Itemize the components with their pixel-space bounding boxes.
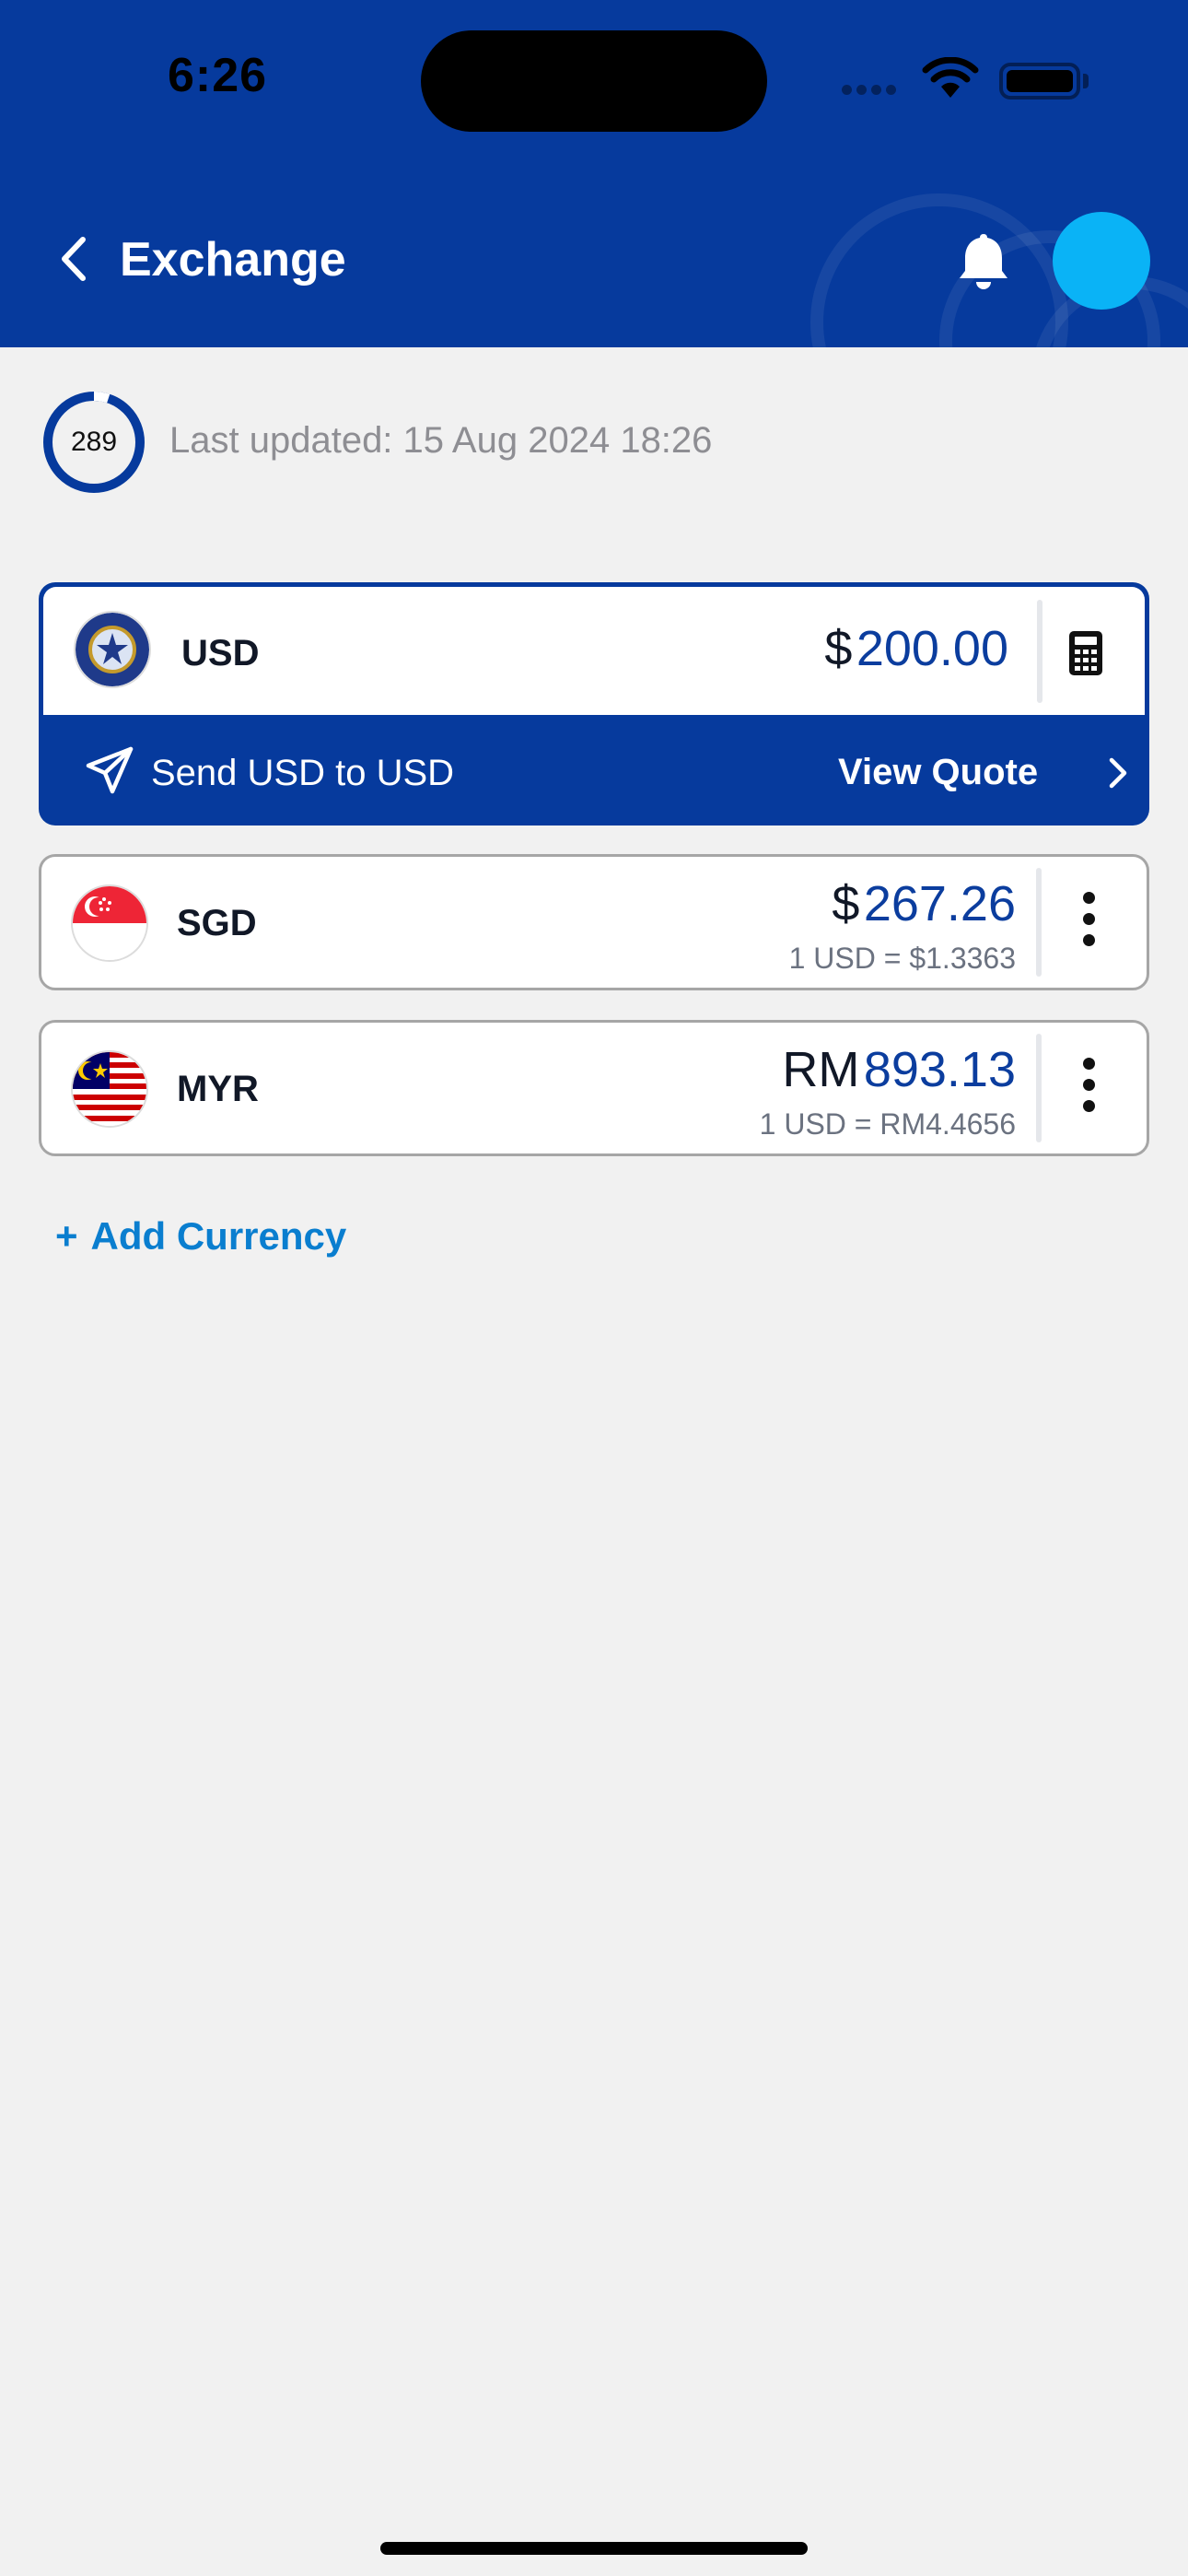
view-quote-button[interactable]: View Quote <box>838 752 1038 793</box>
refresh-countdown: 289 <box>70 427 118 457</box>
currency-amount-value: 893.13 <box>863 1042 1016 1097</box>
base-currency-symbol: $ <box>824 621 853 676</box>
exchange-rate: 1 USD = $1.3363 <box>788 942 1016 975</box>
divider <box>1036 868 1042 977</box>
more-vertical-icon[interactable] <box>1075 892 1102 956</box>
currency-amount: $ 267.26 <box>832 875 1016 932</box>
currency-card-sgd[interactable]: SGD $ 267.26 1 USD = $1.3363 <box>39 854 1149 990</box>
calculator-icon[interactable] <box>1069 631 1102 675</box>
send-money-link[interactable]: Send USD to USD <box>151 753 454 794</box>
exchange-rate: 1 USD = RM4.4656 <box>759 1107 1016 1141</box>
divider <box>1036 1034 1042 1142</box>
sgd-flag-icon <box>71 884 148 962</box>
currency-amount-value: 267.26 <box>863 876 1016 931</box>
usd-flag-icon <box>74 611 151 688</box>
bell-icon[interactable] <box>950 228 1017 295</box>
myr-flag-icon <box>71 1050 148 1128</box>
empty-content-area <box>0 1301 1188 2576</box>
base-currency-row[interactable]: USD $ 200.00 <box>43 587 1145 715</box>
dynamic-island <box>421 30 767 132</box>
chevron-right-icon <box>1109 757 1127 789</box>
divider <box>1037 600 1042 703</box>
plus-icon: + <box>55 1214 78 1258</box>
base-amount-value: 200.00 <box>856 621 1008 676</box>
currency-card-myr[interactable]: MYR RM 893.13 1 USD = RM4.4656 <box>39 1020 1149 1156</box>
wifi-icon <box>922 57 979 98</box>
app-header: 6:26 Exchange <box>0 0 1188 347</box>
last-updated-text: Last updated: 15 Aug 2024 18:26 <box>169 420 713 461</box>
page-title: Exchange <box>120 233 346 287</box>
home-indicator[interactable] <box>380 2542 808 2555</box>
chevron-left-icon[interactable] <box>55 234 92 284</box>
base-currency-code: USD <box>181 633 260 673</box>
more-vertical-icon[interactable] <box>1075 1058 1102 1122</box>
base-currency-card: USD $ 200.00 Send USD to USD View Quote <box>39 582 1149 825</box>
battery-tip <box>1083 74 1089 88</box>
status-time: 6:26 <box>168 49 268 102</box>
currency-code: MYR <box>177 1069 259 1109</box>
add-currency-label: Add Currency <box>90 1214 347 1258</box>
battery-icon <box>999 63 1080 100</box>
send-icon <box>86 746 134 794</box>
add-currency-button[interactable]: + Add Currency <box>55 1214 346 1259</box>
cellular-signal-icon <box>842 83 901 100</box>
currency-symbol: RM <box>782 1042 860 1097</box>
currency-code: SGD <box>177 903 257 943</box>
currency-amount: RM 893.13 <box>782 1041 1016 1098</box>
currency-symbol: $ <box>832 876 860 931</box>
avatar[interactable] <box>1053 212 1150 310</box>
base-amount[interactable]: $ 200.00 <box>824 620 1008 677</box>
